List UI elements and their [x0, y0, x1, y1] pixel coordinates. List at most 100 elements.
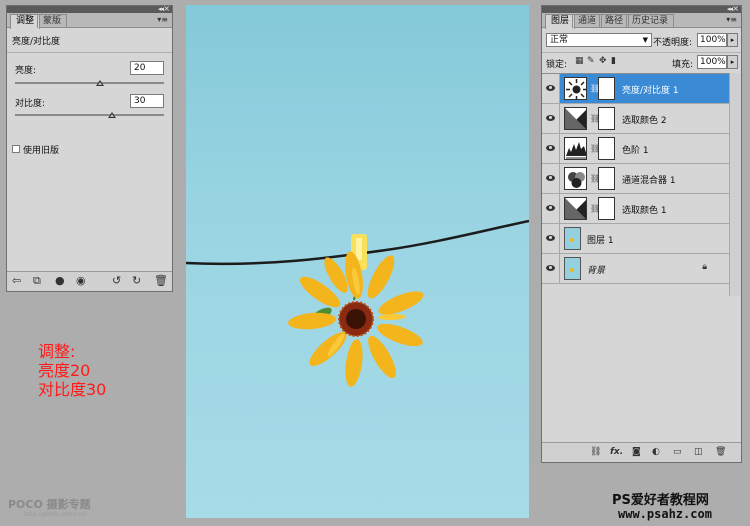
layer-mask-thumbnail[interactable] — [598, 137, 615, 160]
trash-icon[interactable]: 🗑 — [715, 446, 726, 458]
blend-mode-select[interactable]: 正常 ▼ — [546, 33, 652, 47]
lock-all-icon[interactable]: ▮ — [611, 56, 616, 66]
lock-pixels-icon[interactable]: ✎ — [587, 56, 595, 66]
layer-mask-thumbnail[interactable] — [598, 167, 615, 190]
document-canvas[interactable] — [186, 5, 529, 518]
adjustments-footer: ⇦ ⧉ ● ◉ ↺ ↻ 🗑 — [7, 271, 172, 291]
visibility-eye-icon[interactable] — [542, 104, 560, 133]
layer-name: 图层 1 — [587, 236, 614, 246]
poco-watermark: POCO 摄影专题 — [8, 498, 91, 511]
layer-row[interactable]: ⛓ 色阶 1 — [542, 134, 729, 164]
layer-mask-thumbnail[interactable] — [598, 197, 615, 220]
layer-name: 亮度/对比度 1 — [622, 86, 679, 96]
lock-row: 锁定: ▦ ✎ ✥ ▮ 填充: 100% ▸ — [542, 52, 741, 72]
tab-masks[interactable]: 蒙版 — [37, 14, 68, 28]
brightness-contrast-icon — [564, 77, 587, 100]
new-layer-icon[interactable]: ◫ — [694, 446, 703, 458]
layer-row[interactable]: ⛓ 选取颜色 1 — [542, 194, 729, 224]
fill-slider-button[interactable]: ▸ — [727, 55, 738, 69]
opacity-input[interactable]: 100% — [697, 33, 727, 47]
tab-channels[interactable]: 通道 — [572, 14, 603, 28]
panel-titlebar[interactable]: ◂◂ × — [542, 4, 741, 13]
adjustments-tabs: 调整 蒙版 ▾≡ — [7, 13, 172, 29]
close-icon[interactable]: × — [163, 4, 170, 13]
back-arrow-icon[interactable]: ⇦ — [12, 275, 21, 287]
layer-name: 选取颜色 1 — [622, 206, 667, 216]
visibility-eye-icon[interactable] — [542, 134, 560, 163]
fill-input[interactable]: 100% — [697, 55, 727, 69]
lock-transparency-icon[interactable]: ▦ — [575, 56, 584, 66]
fx-icon[interactable]: fx. — [610, 446, 623, 458]
tab-paths[interactable]: 路径 — [599, 14, 630, 28]
fill-label: 填充: — [672, 60, 694, 70]
visibility-eye-icon[interactable] — [542, 194, 560, 223]
flower-disc — [346, 309, 366, 329]
layers-scrollbar[interactable] — [729, 73, 741, 296]
visibility-eye-icon[interactable]: ◉ — [76, 275, 86, 287]
visibility-eye-icon[interactable] — [542, 254, 560, 283]
chevron-down-icon: ▼ — [642, 36, 648, 44]
add-mask-icon[interactable]: ◙ — [632, 446, 641, 458]
divider — [7, 52, 172, 53]
layers-footer: ⛓ fx. ◙ ◐ ▭ ◫ 🗑 — [542, 442, 741, 462]
selective-color-icon — [564, 197, 587, 220]
layer-name: 通道混合器 1 — [622, 176, 676, 186]
layer-name: 选取颜色 2 — [622, 116, 667, 126]
link-layers-icon[interactable]: ⛓ — [590, 446, 601, 458]
blend-row: 正常 ▼ 不透明度: 100% ▸ — [542, 29, 741, 51]
close-icon[interactable]: × — [732, 4, 739, 13]
layer-mask-thumbnail[interactable] — [598, 77, 615, 100]
contrast-slider-knob[interactable] — [108, 112, 116, 118]
tab-adjustments[interactable]: 调整 — [10, 14, 41, 29]
channel-mixer-icon — [564, 167, 587, 190]
contrast-input[interactable]: 30 — [130, 94, 164, 108]
layer-name: 色阶 1 — [622, 146, 649, 156]
opacity-label: 不透明度: — [653, 38, 693, 48]
collapse-icon[interactable]: ◂◂ — [727, 5, 733, 13]
tab-layers[interactable]: 图层 — [545, 14, 576, 29]
visibility-eye-icon[interactable] — [542, 164, 560, 193]
visibility-eye-icon[interactable] — [542, 74, 560, 103]
lock-icon: 🔒︎ — [702, 262, 707, 272]
brightness-input[interactable]: 20 — [130, 61, 164, 75]
adjustment-title: 亮度/对比度 — [12, 37, 61, 47]
panel-menu-icon[interactable]: ▾≡ — [157, 15, 168, 24]
reset-icon[interactable]: ↻ — [132, 275, 141, 287]
blend-mode-value: 正常 — [550, 35, 569, 45]
layer-thumbnail[interactable] — [564, 227, 581, 250]
use-legacy-checkbox[interactable] — [12, 145, 20, 153]
visibility-eye-icon[interactable] — [542, 224, 560, 253]
new-group-icon[interactable]: ▭ — [673, 446, 682, 458]
previous-state-icon[interactable]: ↺ — [112, 275, 121, 287]
layer-row[interactable]: 图层 1 — [542, 224, 729, 254]
brightness-slider-knob[interactable] — [96, 80, 104, 86]
adjustments-panel: ◂◂ × 调整 蒙版 ▾≡ 亮度/对比度 亮度: 20 对比度: 30 使用旧版… — [6, 4, 173, 292]
clothespin-highlight — [356, 238, 362, 260]
trash-icon[interactable]: 🗑 — [154, 275, 168, 287]
poco-watermark-url: http://photo.poco.cn/ — [24, 511, 87, 518]
annotation-text: 调整: 亮度20 对比度30 — [38, 342, 106, 399]
contrast-slider[interactable] — [15, 114, 164, 116]
layer-thumbnail[interactable] — [564, 257, 581, 280]
opacity-slider-button[interactable]: ▸ — [727, 33, 738, 47]
annotation-line: 调整: — [38, 342, 76, 361]
expand-view-icon[interactable]: ⧉ — [33, 275, 41, 287]
new-adjustment-icon[interactable]: ◐ — [652, 446, 660, 458]
site-watermark-url: www.psahz.com — [618, 507, 712, 521]
layer-mask-thumbnail[interactable] — [598, 107, 615, 130]
annotation-line: 亮度20 — [38, 361, 91, 380]
brightness-slider[interactable] — [15, 82, 164, 84]
panel-titlebar[interactable]: ◂◂ × — [7, 4, 172, 13]
collapse-icon[interactable]: ◂◂ — [158, 5, 164, 13]
use-legacy-label: 使用旧版 — [23, 146, 60, 156]
layer-row[interactable]: ⛓ 亮度/对比度 1 — [542, 74, 729, 104]
brightness-label: 亮度: — [15, 66, 37, 76]
panel-menu-icon[interactable]: ▾≡ — [726, 15, 737, 24]
clip-layer-icon[interactable]: ● — [55, 275, 65, 287]
layer-row[interactable]: 背景 🔒︎ — [542, 254, 729, 284]
tab-history[interactable]: 历史记录 — [626, 14, 675, 28]
lock-position-icon[interactable]: ✥ — [599, 56, 607, 66]
layer-row[interactable]: ⛓ 通道混合器 1 — [542, 164, 729, 194]
layer-row[interactable]: ⛓ 选取颜色 2 — [542, 104, 729, 134]
layers-tabs: 图层 通道 路径 历史记录 ▾≡ — [542, 13, 741, 29]
